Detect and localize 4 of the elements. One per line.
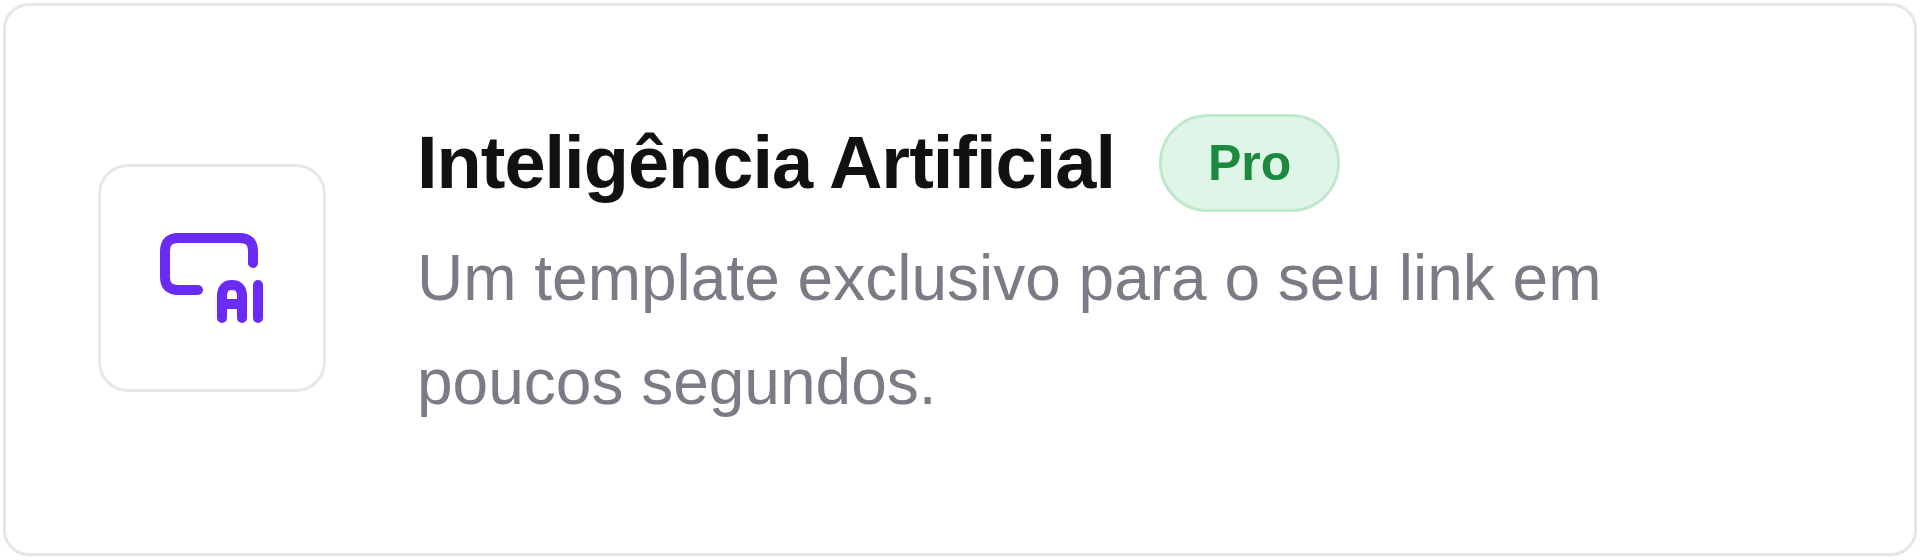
ai-chip-icon [160, 233, 264, 323]
card-title: Inteligência Artificial [417, 120, 1115, 205]
card-description: Um template exclusivo para o seu link em poucos segundos. [417, 240, 1603, 420]
pro-badge: Pro [1159, 113, 1341, 212]
